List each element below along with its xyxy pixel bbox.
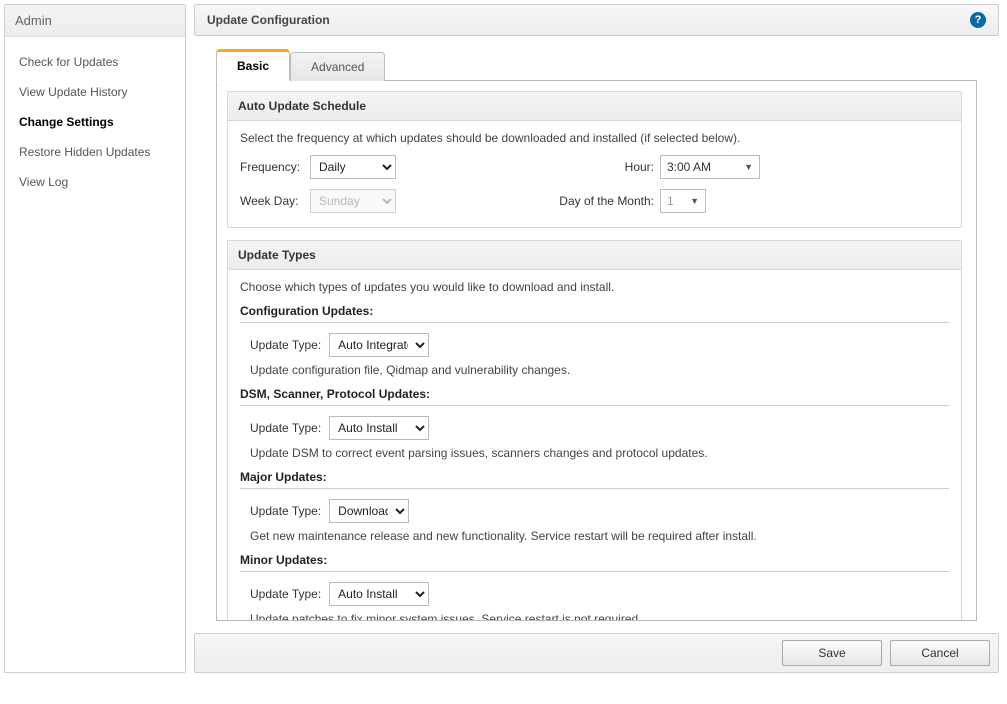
chevron-down-icon: ▼	[690, 196, 699, 206]
desc-configuration-updates: Update configuration file, Qidmap and vu…	[250, 363, 949, 377]
sidebar-items: Check for Updates View Update History Ch…	[5, 37, 185, 407]
save-button[interactable]: Save	[782, 640, 882, 666]
cancel-button[interactable]: Cancel	[890, 640, 990, 666]
tabs: Basic Advanced	[216, 48, 977, 81]
sidebar-item-restore-hidden[interactable]: Restore Hidden Updates	[5, 137, 185, 167]
select-weekday: Sunday	[310, 189, 396, 213]
chevron-down-icon: ▼	[744, 162, 753, 172]
select-update-type-minor[interactable]: Auto Install	[329, 582, 429, 606]
label-frequency: Frequency:	[240, 160, 310, 174]
select-update-type-cfg[interactable]: Auto Integrate	[329, 333, 429, 357]
divider	[240, 322, 949, 323]
divider	[240, 571, 949, 572]
heading-dsm-updates: DSM, Scanner, Protocol Updates:	[240, 387, 949, 401]
panel-title-update-types: Update Types	[228, 241, 961, 270]
tab-area: Basic Advanced Auto Update Schedule Sele…	[194, 48, 999, 621]
page-title: Update Configuration	[207, 13, 330, 27]
heading-minor-updates: Minor Updates:	[240, 553, 949, 567]
content-scrollbox[interactable]: Auto Update Schedule Select the frequenc…	[216, 81, 977, 621]
panel-auto-update-schedule: Auto Update Schedule Select the frequenc…	[227, 91, 962, 228]
admin-sidebar: Admin Check for Updates View Update Hist…	[4, 4, 186, 673]
label-weekday: Week Day:	[240, 194, 310, 208]
label-update-type-cfg: Update Type:	[250, 338, 321, 352]
select-hour[interactable]: 3:00 AM ▼	[660, 155, 760, 179]
select-frequency[interactable]: Daily	[310, 155, 396, 179]
page-header: Update Configuration ?	[194, 4, 999, 36]
select-dom-value: 1	[667, 194, 674, 208]
sidebar-item-change-settings[interactable]: Change Settings	[5, 107, 185, 137]
sidebar-item-view-log[interactable]: View Log	[5, 167, 185, 197]
select-update-type-dsm[interactable]: Auto Install	[329, 416, 429, 440]
footer-bar: Save Cancel	[194, 633, 999, 673]
select-day-of-month: 1 ▼	[660, 189, 706, 213]
update-types-instruction: Choose which types of updates you would …	[240, 280, 949, 294]
sidebar-title: Admin	[5, 5, 185, 37]
schedule-instruction: Select the frequency at which updates sh…	[240, 131, 949, 145]
panel-update-types: Update Types Choose which types of updat…	[227, 240, 962, 621]
select-hour-value: 3:00 AM	[667, 160, 711, 174]
tab-advanced[interactable]: Advanced	[290, 52, 385, 81]
desc-minor-updates: Update patches to fix minor system issue…	[250, 612, 949, 621]
desc-dsm-updates: Update DSM to correct event parsing issu…	[250, 446, 949, 460]
label-update-type-dsm: Update Type:	[250, 421, 321, 435]
divider	[240, 488, 949, 489]
label-update-type-minor: Update Type:	[250, 587, 321, 601]
desc-major-updates: Get new maintenance release and new func…	[250, 529, 949, 543]
label-day-of-month: Day of the Month:	[430, 194, 660, 208]
label-hour: Hour:	[430, 160, 660, 174]
main-column: Update Configuration ? Basic Advanced Au…	[194, 4, 999, 673]
tab-basic[interactable]: Basic	[216, 49, 290, 81]
help-icon[interactable]: ?	[970, 12, 986, 28]
select-update-type-major[interactable]: Download	[329, 499, 409, 523]
divider	[240, 405, 949, 406]
panel-title-schedule: Auto Update Schedule	[228, 92, 961, 121]
heading-configuration-updates: Configuration Updates:	[240, 304, 949, 318]
sidebar-item-check-updates[interactable]: Check for Updates	[5, 47, 185, 77]
label-update-type-major: Update Type:	[250, 504, 321, 518]
sidebar-item-view-history[interactable]: View Update History	[5, 77, 185, 107]
heading-major-updates: Major Updates:	[240, 470, 949, 484]
